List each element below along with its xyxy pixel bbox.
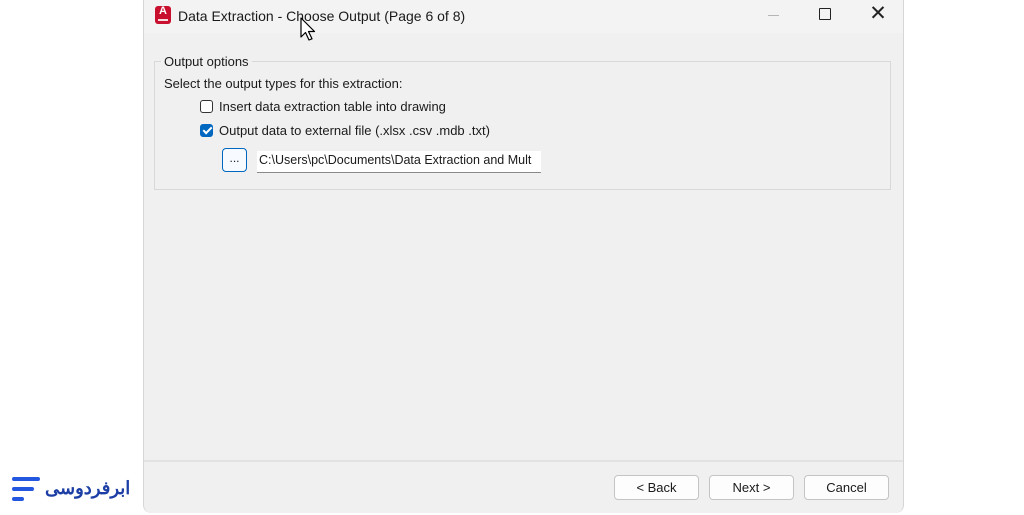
mouse-cursor-icon [300,17,316,41]
back-button[interactable]: < Back [614,475,699,500]
output-options-group: Output options Select the output types f… [154,54,891,190]
external-file-checkbox[interactable] [200,123,213,137]
external-file-option[interactable]: Output data to external file (.xlsx .csv… [200,121,490,139]
group-description: Select the output types for this extract… [164,76,403,91]
insert-table-option[interactable]: Insert data extraction table into drawin… [200,97,446,115]
close-icon: ✕ [869,2,887,25]
browse-button[interactable]: ... [222,148,247,172]
title-bar[interactable]: A Data Extraction - Choose Output (Page … [144,0,903,33]
maximize-button[interactable] [802,0,848,32]
next-button[interactable]: Next > [709,475,794,500]
data-extraction-dialog: A Data Extraction - Choose Output (Page … [143,0,904,513]
external-file-label[interactable]: Output data to external file (.xlsx .csv… [219,123,490,138]
minimize-icon [768,15,779,16]
watermark-text: ابرفردوسی [45,478,131,498]
minimize-button[interactable] [750,0,796,32]
file-path-input[interactable]: C:\Users\pc\Documents\Data Extraction an… [257,151,541,173]
group-legend: Output options [161,54,252,69]
insert-table-label[interactable]: Insert data extraction table into drawin… [219,99,446,114]
close-button[interactable]: ✕ [855,0,901,32]
footer-divider [144,460,903,462]
window-title: Data Extraction - Choose Output (Page 6 … [178,8,466,24]
autocad-app-icon: A [155,5,171,24]
app-icon-letter: A [159,5,167,17]
maximize-icon [819,8,831,20]
cancel-button[interactable]: Cancel [804,475,889,500]
insert-table-checkbox[interactable] [200,99,213,113]
